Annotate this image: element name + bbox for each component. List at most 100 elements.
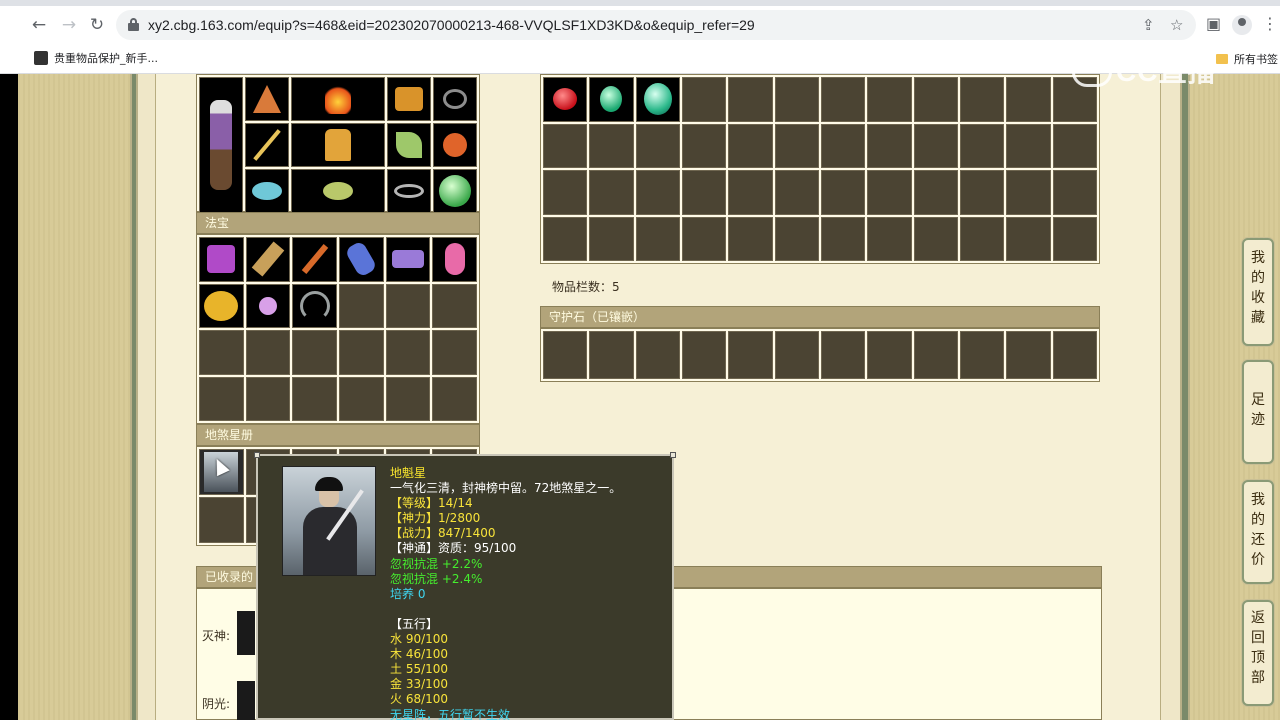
fabao-slot-empty[interactable]	[339, 283, 384, 328]
collected-portrait-icon[interactable]	[237, 611, 255, 655]
menu-icon[interactable]: ⋮	[1262, 14, 1278, 33]
equip-slot-orb[interactable]	[245, 169, 289, 213]
fabao-slot-4[interactable]	[339, 237, 384, 282]
fabao-slot-empty[interactable]	[432, 283, 477, 328]
inventory-slot-empty[interactable]	[820, 123, 866, 168]
inventory-slot-empty[interactable]	[1052, 170, 1097, 215]
all-bookmarks[interactable]: 所有书签	[1216, 51, 1278, 67]
inventory-slot-empty[interactable]	[913, 123, 958, 168]
fabao-slot-empty[interactable]	[432, 376, 477, 421]
inventory-slot-empty[interactable]	[589, 216, 634, 261]
inventory-slot-empty[interactable]	[728, 123, 773, 168]
inventory-slot-empty[interactable]	[728, 170, 773, 215]
inventory-slot-empty[interactable]	[820, 77, 866, 122]
fabao-slot-8[interactable]	[245, 283, 291, 328]
inventory-slot-empty[interactable]	[728, 77, 773, 122]
inventory-slot-empty[interactable]	[959, 170, 1005, 215]
guardian-slot-empty[interactable]	[728, 331, 773, 379]
inventory-slot-2[interactable]	[589, 77, 634, 122]
guardian-slot-empty[interactable]	[913, 331, 958, 379]
equip-slot-bracelet[interactable]	[291, 169, 385, 213]
back-to-top-button[interactable]: 返 回 顶 部	[1242, 600, 1274, 706]
inventory-slot-empty[interactable]	[681, 123, 727, 168]
equip-slot-pearl[interactable]	[433, 169, 477, 213]
guardian-slot-empty[interactable]	[589, 331, 634, 379]
inventory-slot-1[interactable]	[543, 77, 588, 122]
inventory-slot-empty[interactable]	[867, 77, 912, 122]
fabao-slot-empty[interactable]	[385, 376, 431, 421]
inventory-slot-empty[interactable]	[1006, 216, 1051, 261]
profile-avatar-icon[interactable]	[1232, 15, 1252, 35]
fabao-slot-empty[interactable]	[432, 330, 477, 375]
fabao-slot-empty[interactable]	[245, 376, 291, 421]
share-icon[interactable]: ⇪	[1142, 16, 1155, 34]
inventory-slot-empty[interactable]	[681, 216, 727, 261]
lock-icon[interactable]	[128, 18, 139, 31]
guardian-slot-empty[interactable]	[1052, 331, 1097, 379]
fabao-slot-empty[interactable]	[245, 330, 291, 375]
fabao-slot-2[interactable]	[245, 237, 291, 282]
equip-slot-leaf[interactable]	[387, 123, 431, 167]
back-icon[interactable]: ←	[28, 14, 50, 36]
inventory-slot-empty[interactable]	[728, 216, 773, 261]
inventory-slot-empty[interactable]	[543, 123, 588, 168]
inventory-slot-empty[interactable]	[774, 216, 819, 261]
fabao-slot-empty[interactable]	[199, 376, 244, 421]
guardian-slot-empty[interactable]	[1006, 331, 1051, 379]
footprint-button[interactable]: 足 迹	[1242, 360, 1274, 464]
guardian-slot-empty[interactable]	[867, 331, 912, 379]
inventory-slot-empty[interactable]	[681, 77, 727, 122]
fabao-slot-empty[interactable]	[292, 376, 337, 421]
inventory-slot-empty[interactable]	[913, 170, 958, 215]
guardian-slot-empty[interactable]	[635, 331, 680, 379]
inventory-slot-empty[interactable]	[1006, 170, 1051, 215]
fabao-slot-6[interactable]	[432, 237, 477, 282]
my-favorites-button[interactable]: 我 的 收 藏	[1242, 238, 1274, 346]
equip-slot-necklace[interactable]	[433, 77, 477, 121]
guardian-slot-empty[interactable]	[959, 331, 1005, 379]
disha-slot-empty[interactable]	[199, 497, 244, 543]
inventory-slot-empty[interactable]	[1052, 216, 1097, 261]
equip-slot-ring[interactable]	[387, 169, 431, 213]
equip-slot-crown[interactable]	[387, 77, 431, 121]
inventory-slot-empty[interactable]	[635, 170, 680, 215]
inventory-slot-empty[interactable]	[635, 216, 680, 261]
guardian-slot-empty[interactable]	[543, 331, 588, 379]
inventory-slot-empty[interactable]	[589, 123, 634, 168]
inventory-slot-empty[interactable]	[635, 123, 680, 168]
inventory-slot-empty[interactable]	[913, 216, 958, 261]
inventory-slot-empty[interactable]	[774, 170, 819, 215]
inventory-slot-empty[interactable]	[774, 77, 819, 122]
inventory-slot-empty[interactable]	[959, 77, 1005, 122]
fabao-slot-empty[interactable]	[385, 283, 431, 328]
inventory-slot-empty[interactable]	[543, 216, 588, 261]
inventory-slot-empty[interactable]	[959, 123, 1005, 168]
inventory-slot-empty[interactable]	[820, 216, 866, 261]
fabao-slot-empty[interactable]	[199, 330, 244, 375]
inventory-slot-empty[interactable]	[867, 123, 912, 168]
guardian-slot-empty[interactable]	[774, 331, 819, 379]
fabao-slot-3[interactable]	[292, 237, 337, 282]
inventory-slot-empty[interactable]	[913, 77, 958, 122]
equip-slot-hat[interactable]	[245, 77, 289, 121]
fabao-slot-7[interactable]	[199, 283, 244, 328]
fabao-slot-empty[interactable]	[339, 376, 384, 421]
equip-slot-fruit[interactable]	[433, 123, 477, 167]
collected-portrait-icon[interactable]	[237, 681, 255, 720]
guardian-slot-empty[interactable]	[681, 331, 727, 379]
fabao-slot-empty[interactable]	[385, 330, 431, 375]
guardian-slot-empty[interactable]	[820, 331, 866, 379]
equip-slot-sword[interactable]	[245, 123, 289, 167]
inventory-slot-empty[interactable]	[820, 170, 866, 215]
fabao-slot-1[interactable]	[199, 237, 244, 282]
inventory-slot-empty[interactable]	[867, 216, 912, 261]
equip-slot-flame[interactable]	[291, 77, 385, 121]
inventory-slot-empty[interactable]	[1006, 77, 1051, 122]
forward-icon[interactable]: →	[58, 14, 80, 36]
fabao-slot-empty[interactable]	[339, 330, 384, 375]
inventory-slot-empty[interactable]	[1052, 123, 1097, 168]
bookmark-item[interactable]: 贵重物品保护_新手...	[54, 50, 158, 66]
url-text[interactable]: xy2.cbg.163.com/equip?s=468&eid=20230207…	[148, 17, 755, 33]
equip-slot-armor[interactable]	[291, 123, 385, 167]
inventory-slot-empty[interactable]	[543, 170, 588, 215]
